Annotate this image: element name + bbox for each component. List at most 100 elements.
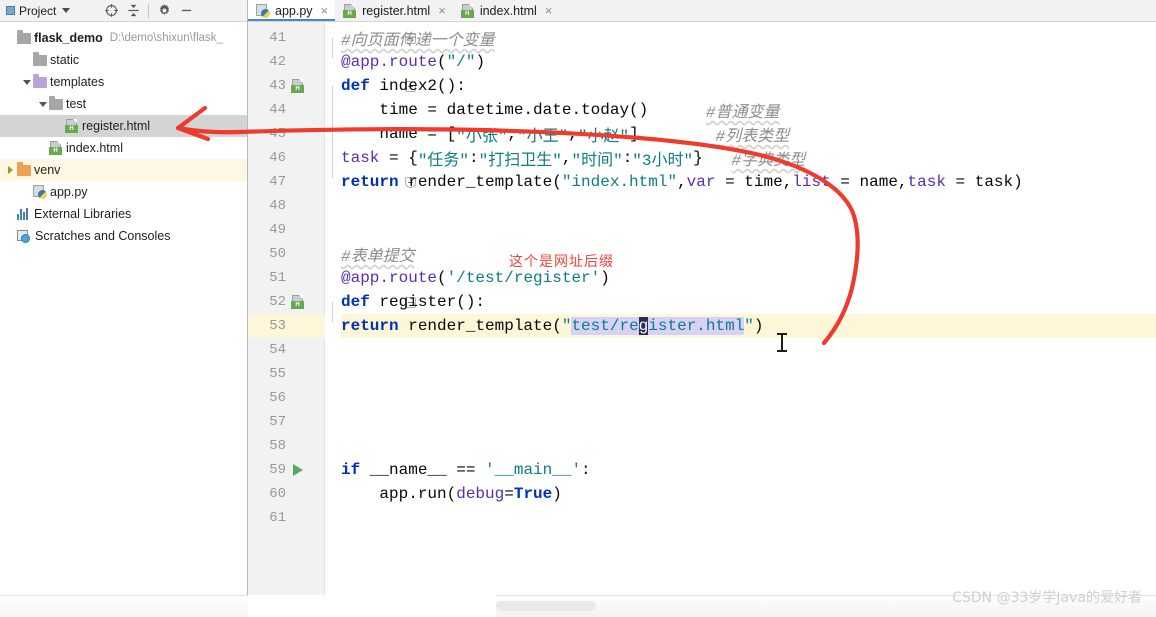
code-line[interactable]: #向页面传递一个变量 [341,26,1156,50]
python-file-icon [33,185,47,199]
chevron-down-icon[interactable] [20,76,33,89]
run-button-icon[interactable] [293,464,303,476]
line-number: 45 [269,126,286,142]
code-kwarg: debug [456,485,505,503]
editor-tab-app-py[interactable]: app.py × [248,0,336,21]
code-line[interactable] [341,506,1156,530]
gutter-line: 52 H [248,290,325,314]
code-keyword: def [341,293,370,311]
gutter-line: 53 [248,314,325,338]
close-icon[interactable]: × [321,4,329,17]
code-line[interactable]: app.run(debug = True) [341,482,1156,506]
code-string: '/test/register' [446,269,601,287]
line-number: 57 [269,414,286,430]
code-line[interactable] [341,194,1156,218]
code-line[interactable] [341,338,1156,362]
settings-gear-icon[interactable] [153,1,175,21]
tree-item-label: index.html [66,141,123,155]
gutter-line: 56 [248,386,325,410]
code-string: "任务" [417,152,470,170]
tree-item-static[interactable]: static [0,49,247,71]
project-panel: Project flask_demo D:\demo\shixun\flask_… [0,0,248,617]
line-number: 47 [269,174,286,190]
tree-item-register-html[interactable]: Hregister.html [0,115,247,137]
tree-item-label: static [50,53,80,67]
chevron-right-icon[interactable] [4,164,17,177]
fold-guide-line [332,86,333,178]
code-line[interactable]: return render_template(" test/register.ht… [248,314,1156,338]
code-editor[interactable]: 41 42 43 H 44 45 46 47 48 49 50 51 52 H 53 54 55 56 57 58 59… [248,22,1156,595]
line-number: 60 [269,486,286,502]
gutter-line: 42 [248,50,325,74]
chevron-down-icon[interactable] [62,8,71,13]
code-line[interactable]: def index2(): [341,74,1156,98]
close-icon[interactable]: × [545,4,553,17]
minimize-icon[interactable] [175,1,197,21]
collapse-all-icon[interactable] [122,1,144,21]
code-line[interactable]: #表单提交 [341,242,1156,266]
gutter-line: 61 [248,506,325,530]
gutter-line: 41 [248,26,325,50]
code-line[interactable] [341,218,1156,242]
close-icon[interactable]: × [438,4,446,17]
folder-icon [33,73,47,88]
code-string: "/" [446,53,476,71]
editor-tab-register-html[interactable]: Hregister.html × [335,0,453,21]
tree-item-app-py[interactable]: app.py [0,181,247,203]
code-decorator: @app.route [341,269,438,287]
tree-item-test[interactable]: test [0,93,247,115]
code-line[interactable]: task = {"任务": "打扫卫生", "时间": "3小时"} #字典类型 [341,146,1156,170]
scratches-icon [17,229,32,243]
scrollbar-thumb[interactable] [496,601,596,611]
tree-item-index-html[interactable]: Hindex.html [0,137,247,159]
tree-item-external-libraries[interactable]: External Libraries [0,203,247,225]
code-line[interactable] [341,434,1156,458]
code-line[interactable] [341,386,1156,410]
code-line[interactable] [341,410,1156,434]
tree-item-scratches-and-consoles[interactable]: Scratches and Consoles [0,225,247,247]
code-line[interactable]: if __name__ == '__main__': [341,458,1156,482]
code-line[interactable]: return render_template("index.html", var … [341,170,1156,194]
gutter-line: 55 [248,362,325,386]
html-marker-icon[interactable]: H [291,79,305,93]
code-line[interactable]: name = ["小张", "小王", "小赵"] #列表类型 [341,122,1156,146]
code-string: "小张" [456,128,508,146]
gutter-line: 51 [248,266,325,290]
tree-item-label: Scratches and Consoles [35,229,171,243]
editor-tab-label: index.html [479,3,537,18]
project-tab[interactable]: Project [0,0,76,22]
tree-item-templates[interactable]: templates [0,71,247,93]
code-comment: #表单提交 [341,248,415,266]
tree-item-flask-demo[interactable]: flask_demo D:\demo\shixun\flask_ [0,27,247,49]
line-number: 43 [269,78,286,94]
code-text[interactable]: #向页面传递一个变量 @app.route("/") def index2(): t… [248,22,1156,595]
line-number: 42 [269,54,286,70]
editor-tab-label: app.py [275,3,313,18]
editor-tab-index-html[interactable]: Hindex.html × [453,0,560,21]
code-line[interactable]: def register(): [341,290,1156,314]
selected-text[interactable]: test/register.html [571,317,745,335]
code-string: "小王" [517,128,569,146]
line-number: 54 [269,342,286,358]
line-number: 55 [269,366,286,382]
project-panel-footer [0,595,248,617]
locate-icon[interactable] [100,1,122,21]
code-line[interactable]: time = datetime.date.today() #普通变量 [341,98,1156,122]
tree-item-venv[interactable]: venv [0,159,247,181]
code-comment: #向页面传递一个变量 [341,32,495,50]
tree-item-label: templates [50,75,105,89]
line-number: 44 [269,102,286,118]
editor-tab-bar: app.py × Hregister.html × Hindex.html × [248,0,1156,22]
gutter-line: 48 [248,194,325,218]
code-line[interactable] [341,362,1156,386]
toolbar-separator [148,3,150,18]
line-number: 51 [269,270,286,286]
gutter-line: 49 [248,218,325,242]
html-marker-icon[interactable]: H [291,295,305,309]
gutter-line: 58 [248,434,325,458]
code-line[interactable]: @app.route("/") [341,50,1156,74]
code-line[interactable]: @app.route('/test/register') [341,266,1156,290]
chevron-down-icon[interactable] [36,98,49,111]
code-fold-column[interactable] [325,22,416,595]
